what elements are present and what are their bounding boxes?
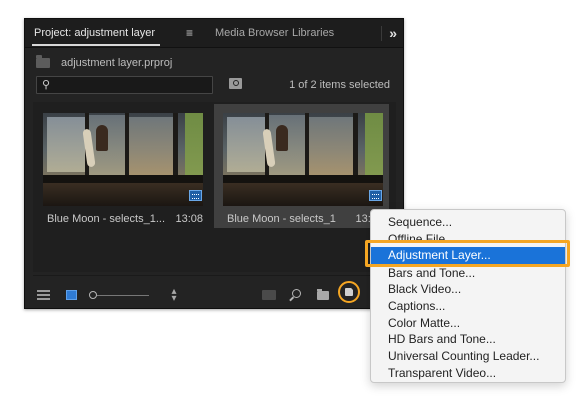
menu-item-transparent-video[interactable]: Transparent Video...	[371, 365, 565, 382]
clip-thumbnail	[223, 113, 383, 206]
selection-status: 1 of 2 items selected	[289, 79, 390, 91]
project-folder-icon	[36, 55, 50, 68]
footer-divider	[33, 275, 396, 276]
menu-item-bars-and-tone[interactable]: Bars and Tone...	[371, 265, 565, 282]
new-item-button[interactable]	[338, 281, 360, 303]
sequence-clip-badge-icon	[369, 190, 382, 201]
zoom-slider-track[interactable]	[97, 295, 149, 296]
clip-grid: Blue Moon - selects_1... 13:08 Blue Moon…	[33, 102, 396, 272]
search-icon: ⚲	[42, 79, 51, 91]
clip-name: Blue Moon - selects_1...	[47, 213, 166, 225]
new-item-icon	[345, 288, 353, 296]
list-view-icon[interactable]	[37, 290, 50, 300]
automate-to-sequence-icon[interactable]	[262, 290, 276, 300]
zoom-slider-handle[interactable]	[89, 291, 97, 299]
project-panel: Project: adjustment layer ≡ Media Browse…	[24, 18, 404, 309]
sort-icon[interactable]: ▴ ▾	[169, 287, 179, 304]
highlight-callout-ring	[365, 240, 570, 267]
hamburger-menu-icon[interactable]: ≡	[186, 19, 193, 48]
clip-duration: 13:08	[175, 213, 203, 225]
tab-divider	[381, 26, 382, 41]
menu-item-sequence[interactable]: Sequence...	[371, 214, 565, 231]
find-icon[interactable]	[292, 289, 301, 298]
tab-media-browser[interactable]: Media Browser	[215, 19, 288, 48]
search-input[interactable]: ⚲	[36, 76, 213, 94]
project-file-name: adjustment layer.prproj	[61, 57, 173, 69]
menu-item-hd-bars-and-tone[interactable]: HD Bars and Tone...	[371, 331, 565, 348]
new-bin-icon[interactable]	[317, 289, 329, 300]
chevron-double-right-icon[interactable]: »	[389, 19, 397, 48]
menu-item-black-video[interactable]: Black Video...	[371, 281, 565, 298]
panel-tab-bar: Project: adjustment layer ≡ Media Browse…	[25, 19, 403, 48]
clip-item-selected[interactable]: Blue Moon - selects_1 13:08	[214, 104, 389, 228]
menu-item-color-matte[interactable]: Color Matte...	[371, 315, 565, 332]
new-search-bin-icon[interactable]	[229, 78, 242, 89]
active-tab-underline	[32, 44, 160, 46]
clip-thumbnail	[43, 113, 203, 206]
video-clip-badge-icon	[189, 190, 202, 201]
icon-view-icon[interactable]	[66, 290, 77, 300]
menu-item-universal-counting-leader[interactable]: Universal Counting Leader...	[371, 348, 565, 365]
clip-name: Blue Moon - selects_1	[227, 213, 336, 225]
new-item-menu: Sequence... Offline File... Adjustment L…	[370, 209, 566, 383]
tab-libraries[interactable]: Libraries	[292, 19, 334, 48]
menu-item-captions[interactable]: Captions...	[371, 298, 565, 315]
clip-item[interactable]: Blue Moon - selects_1... 13:08	[34, 104, 209, 228]
